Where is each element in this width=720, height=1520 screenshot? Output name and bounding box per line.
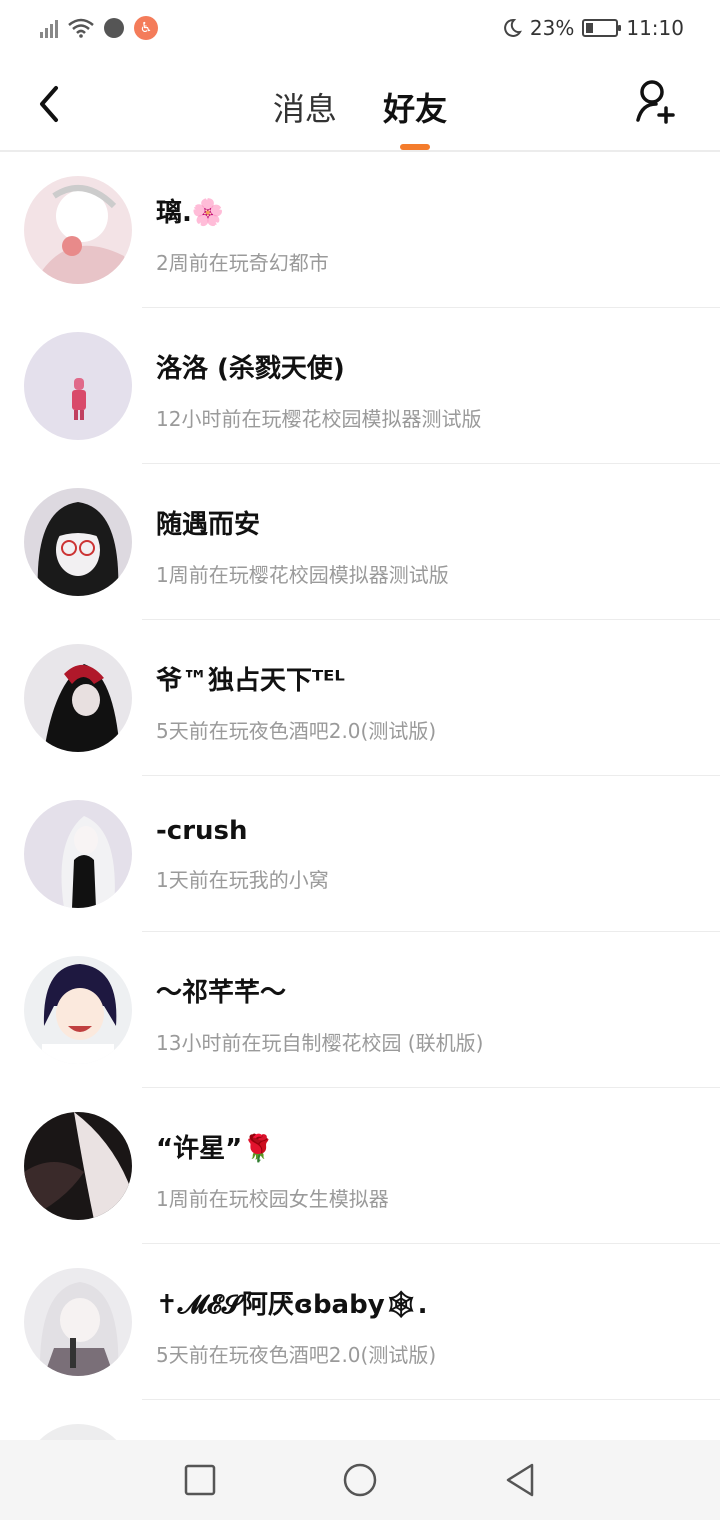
avatar xyxy=(24,956,132,1064)
friend-name: “许星”🌹 xyxy=(156,1134,275,1164)
back-icon[interactable] xyxy=(502,1462,538,1498)
avatar xyxy=(24,800,132,908)
battery-icon xyxy=(582,19,622,37)
friend-name: 随遇而安 xyxy=(156,510,261,540)
signal-icon xyxy=(40,18,58,38)
system-nav-bar xyxy=(0,1440,720,1520)
status-bar: ♿ 23% 11:10 xyxy=(0,0,720,56)
avatar xyxy=(24,644,132,752)
friend-status: 1周前在玩樱花校园模拟器测试版 xyxy=(156,563,449,587)
friend-list: 璃.🌸 2周前在玩奇幻都市 洛洛 (杀戮天使) 12小时前在玩樱花校园模拟器测试… xyxy=(0,152,720,1440)
friend-status: 13小时前在玩自制樱花校园 (联机版) xyxy=(156,1031,484,1055)
friend-status: 12小时前在玩樱花校园模拟器测试版 xyxy=(156,407,482,431)
friend-name: 爷™独占天下ᵀᴱᴸ xyxy=(156,666,345,696)
list-item[interactable]: 洛洛 (杀戮天使) 12小时前在玩樱花校园模拟器测试版 xyxy=(0,308,720,464)
list-item[interactable]: 璃.🌸 2周前在玩奇幻都市 xyxy=(0,152,720,308)
friend-name: -crush xyxy=(156,816,248,846)
list-item[interactable] xyxy=(0,1400,720,1440)
avatar xyxy=(24,1424,132,1440)
friend-name: 洛洛 (杀戮天使) xyxy=(156,354,345,384)
tab-friends[interactable]: 好友 xyxy=(383,84,447,130)
tab-bar: 消息 好友 xyxy=(0,84,720,130)
friend-status: 5天前在玩夜色酒吧2.0(测试版) xyxy=(156,1343,437,1367)
globe-icon xyxy=(104,18,124,38)
battery-percent: 23% xyxy=(529,16,575,40)
avatar xyxy=(24,1268,132,1376)
avatar xyxy=(24,332,132,440)
recents-icon[interactable] xyxy=(182,1462,218,1498)
clock: 11:10 xyxy=(626,16,684,40)
list-item[interactable]: 爷™独占天下ᵀᴱᴸ 5天前在玩夜色酒吧2.0(测试版) xyxy=(0,620,720,776)
moon-icon xyxy=(504,18,522,37)
list-item[interactable]: 〜祁芊芊〜 13小时前在玩自制樱花校园 (联机版) xyxy=(0,932,720,1088)
avatar xyxy=(24,1112,132,1220)
list-item[interactable]: ✝𝓜𝓔𝓢阿厌ɞbaby🕸. 5天前在玩夜色酒吧2.0(测试版) xyxy=(0,1244,720,1400)
friend-name: 璃.🌸 xyxy=(156,198,225,228)
add-friend-icon[interactable] xyxy=(634,78,678,126)
wifi-icon xyxy=(68,18,94,38)
list-item[interactable]: “许星”🌹 1周前在玩校园女生模拟器 xyxy=(0,1088,720,1244)
home-icon[interactable] xyxy=(342,1462,378,1498)
friend-status: 1周前在玩校园女生模拟器 xyxy=(156,1187,389,1211)
friend-status: 5天前在玩夜色酒吧2.0(测试版) xyxy=(156,719,437,743)
friend-status: 2周前在玩奇幻都市 xyxy=(156,251,329,275)
accessibility-icon: ♿ xyxy=(134,16,158,40)
friend-status: 1天前在玩我的小窝 xyxy=(156,868,329,892)
list-item[interactable]: -crush 1天前在玩我的小窝 xyxy=(0,776,720,932)
friend-name: 〜祁芊芊〜 xyxy=(156,978,287,1008)
list-item[interactable]: 随遇而安 1周前在玩樱花校园模拟器测试版 xyxy=(0,464,720,620)
tab-messages[interactable]: 消息 xyxy=(273,84,337,130)
top-bar: 消息 好友 xyxy=(0,56,720,152)
avatar xyxy=(24,176,132,284)
friend-name: ✝𝓜𝓔𝓢阿厌ɞbaby🕸. xyxy=(156,1290,428,1320)
avatar xyxy=(24,488,132,596)
